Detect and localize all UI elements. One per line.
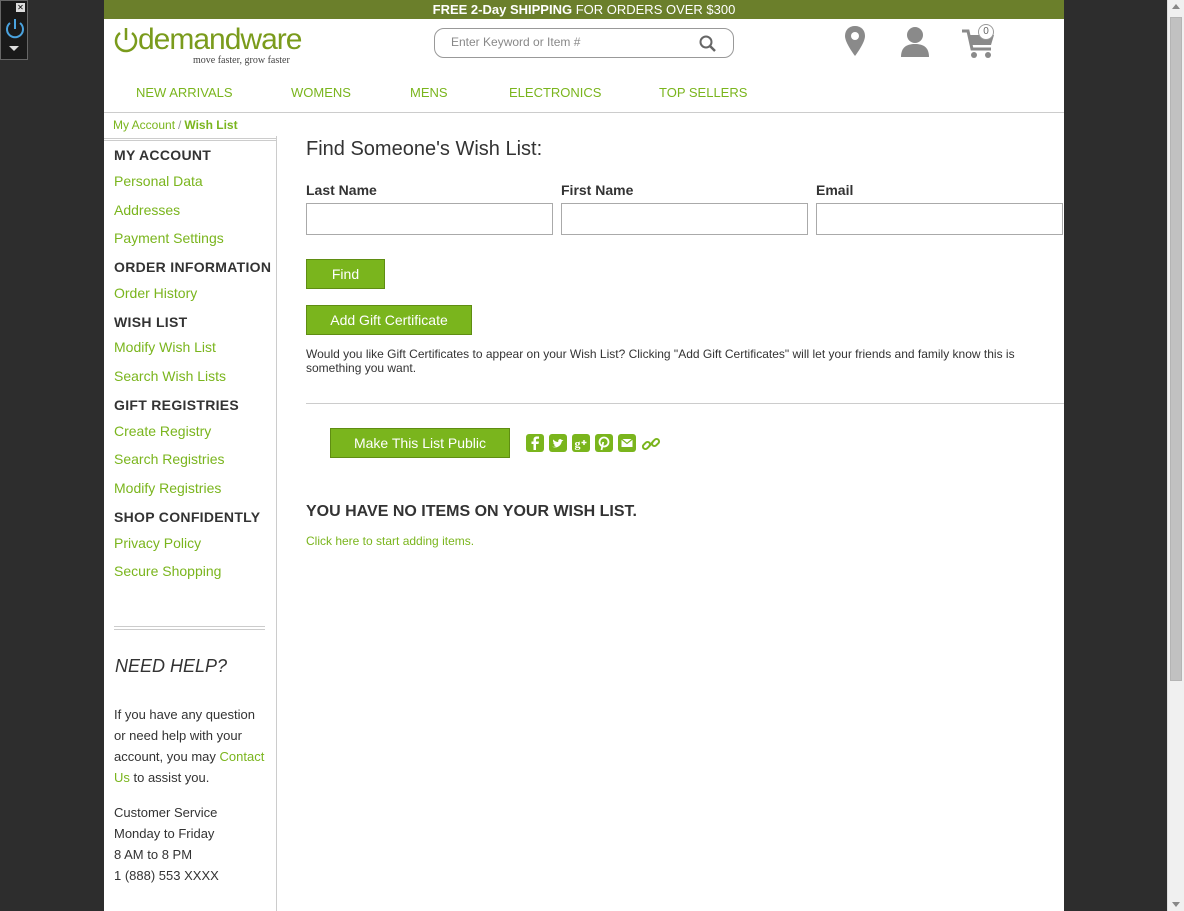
- page-title: Find Someone's Wish List:: [306, 138, 543, 160]
- breadcrumb: My Account / Wish List: [113, 118, 238, 132]
- sidebar-item-modify-wish-list[interactable]: Modify Wish List: [114, 339, 216, 355]
- svg-text:g: g: [575, 437, 581, 451]
- first-name-label: First Name: [561, 182, 634, 198]
- google-plus-icon[interactable]: g: [572, 434, 590, 452]
- search-input[interactable]: [451, 35, 691, 49]
- logo-text: demandware: [138, 23, 302, 56]
- email-icon[interactable]: [618, 434, 636, 452]
- last-name-field[interactable]: [306, 203, 553, 235]
- scroll-down-arrow[interactable]: [1172, 902, 1180, 907]
- sidebar-item-personal-data[interactable]: Personal Data: [114, 173, 203, 189]
- facebook-icon[interactable]: [526, 434, 544, 452]
- customer-service-info: Customer Service Monday to Friday 8 AM t…: [114, 802, 219, 886]
- sidebar-help-divider: [114, 626, 265, 630]
- sidebar-heading-my-account: MY ACCOUNT: [114, 147, 212, 163]
- logo-tagline: move faster, grow faster: [193, 55, 290, 66]
- sidebar-heading-order-information: ORDER INFORMATION: [114, 259, 272, 275]
- pinterest-icon[interactable]: [595, 434, 613, 452]
- sidebar-item-order-history[interactable]: Order History: [114, 285, 197, 301]
- nav-top-sellers[interactable]: TOP SELLERS: [659, 85, 747, 100]
- logo-power-icon: [114, 28, 138, 53]
- search-box: [434, 28, 734, 58]
- empty-wishlist-title: YOU HAVE NO ITEMS ON YOUR WISH LIST.: [306, 503, 637, 520]
- last-name-label: Last Name: [306, 182, 377, 198]
- sidebar-item-modify-registries[interactable]: Modify Registries: [114, 480, 221, 496]
- chevron-down-icon[interactable]: [9, 46, 19, 51]
- sidebar-item-payment-settings[interactable]: Payment Settings: [114, 230, 224, 246]
- sidebar-item-create-registry[interactable]: Create Registry: [114, 423, 211, 439]
- promo-banner: FREE 2-Day SHIPPING FOR ORDERS OVER $300: [104, 0, 1064, 19]
- nav-womens[interactable]: WOMENS: [291, 85, 351, 100]
- link-icon[interactable]: [641, 434, 661, 454]
- account-sidebar: MY ACCOUNT Personal Data Addresses Payme…: [104, 136, 277, 911]
- page: FREE 2-Day SHIPPING FOR ORDERS OVER $300…: [104, 0, 1064, 911]
- search-icon[interactable]: [699, 35, 717, 53]
- sidebar-heading-gift-registries: GIFT REGISTRIES: [114, 397, 240, 413]
- need-help-title: NEED HELP?: [115, 656, 228, 676]
- cart-count-badge: 0: [978, 24, 994, 40]
- find-button[interactable]: Find: [306, 259, 385, 289]
- power-icon: [6, 19, 24, 39]
- sidebar-item-search-registries[interactable]: Search Registries: [114, 451, 225, 467]
- sidebar-item-addresses[interactable]: Addresses: [114, 202, 180, 218]
- sidebar-top-divider: [104, 138, 276, 141]
- store-locator-icon[interactable]: [844, 25, 866, 57]
- email-label: Email: [816, 182, 854, 198]
- main-nav: NEW ARRIVALS WOMENS MENS ELECTRONICS TOP…: [104, 71, 1064, 113]
- cs-line: Monday to Friday: [114, 826, 215, 841]
- nav-mens[interactable]: MENS: [410, 85, 448, 100]
- sidebar-heading-shop-confidently: SHOP CONFIDENTLY: [114, 509, 261, 525]
- scrollbar-thumb[interactable]: [1170, 17, 1182, 681]
- vertical-scrollbar[interactable]: [1167, 0, 1184, 911]
- close-icon[interactable]: ✕: [16, 3, 25, 12]
- promo-rest: FOR ORDERS OVER $300: [572, 2, 736, 17]
- add-gift-certificate-button[interactable]: Add Gift Certificate: [306, 305, 472, 335]
- cs-phone: 1 (888) 553 XXXX: [114, 868, 219, 883]
- breadcrumb-current[interactable]: Wish List: [184, 118, 237, 132]
- cs-line: Customer Service: [114, 805, 218, 820]
- sidebar-item-search-wish-lists[interactable]: Search Wish Lists: [114, 368, 226, 384]
- nav-electronics[interactable]: ELECTRONICS: [509, 85, 601, 100]
- gift-certificate-note: Would you like Gift Certificates to appe…: [306, 347, 1015, 375]
- sidebar-item-secure-shopping[interactable]: Secure Shopping: [114, 563, 221, 579]
- account-icon[interactable]: [899, 25, 931, 57]
- header: demandware move faster, grow faster Ente…: [104, 19, 1064, 71]
- section-divider: [306, 403, 1064, 404]
- cs-line: 8 AM to 8 PM: [114, 847, 193, 862]
- help-text-after: to assist you.: [129, 770, 210, 785]
- make-list-public-button[interactable]: Make This List Public: [330, 428, 510, 458]
- twitter-icon[interactable]: [549, 434, 567, 452]
- help-text: If you have any question or need help wi…: [114, 704, 269, 788]
- scroll-up-arrow[interactable]: [1172, 4, 1180, 9]
- sidebar-item-privacy-policy[interactable]: Privacy Policy: [114, 535, 201, 551]
- email-field[interactable]: [816, 203, 1063, 235]
- breadcrumb-separator: /: [178, 118, 182, 132]
- breadcrumb-my-account[interactable]: My Account: [113, 118, 175, 132]
- promo-bold: FREE 2-Day SHIPPING: [432, 2, 573, 17]
- first-name-field[interactable]: [561, 203, 808, 235]
- nav-new-arrivals[interactable]: NEW ARRIVALS: [136, 85, 233, 100]
- dev-toolbar-widget[interactable]: ✕: [0, 0, 28, 60]
- cart[interactable]: 0: [961, 24, 1001, 61]
- sidebar-heading-wish-list: WISH LIST: [114, 314, 188, 330]
- start-adding-items-link[interactable]: Click here to start adding items.: [306, 534, 474, 548]
